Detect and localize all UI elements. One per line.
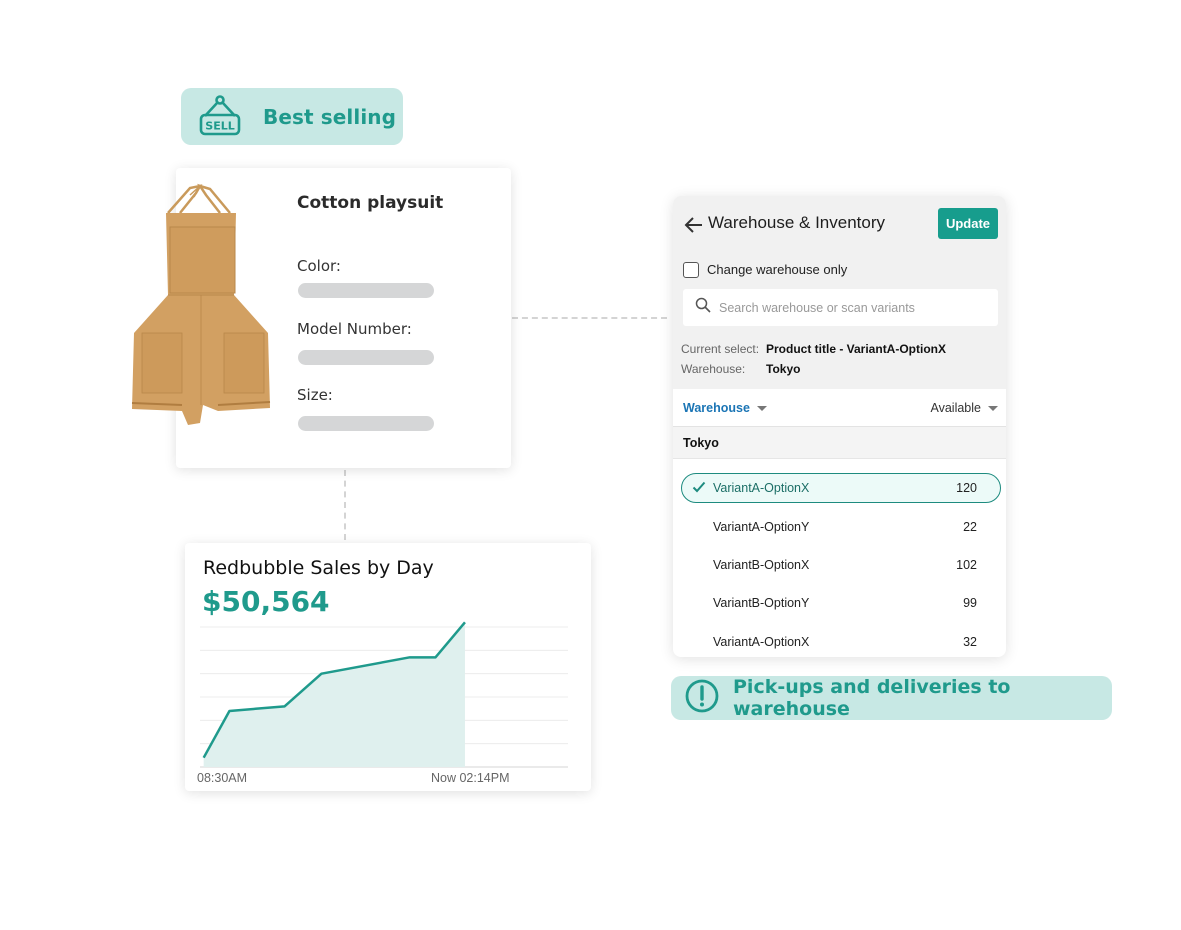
connector-product-warehouse — [512, 317, 667, 319]
best-selling-label: Best selling — [263, 104, 397, 129]
variant-name: VariantA-OptionY — [713, 520, 810, 534]
warehouse-value: Tokyo — [766, 362, 801, 376]
model-number-label: Model Number: — [297, 320, 412, 338]
chart-title: Redbubble Sales by Day — [203, 557, 434, 579]
variant-row[interactable]: VariantA-OptionY 22 — [681, 512, 1001, 542]
playsuit-image — [128, 183, 273, 428]
color-value-placeholder — [298, 283, 434, 298]
variant-qty: 102 — [956, 558, 977, 572]
size-value-placeholder — [298, 416, 434, 431]
warehouse-column-sort[interactable]: Warehouse — [683, 401, 767, 415]
update-button[interactable]: Update — [938, 208, 998, 239]
current-select-info: Current select: Product title - VariantA… — [681, 342, 1001, 358]
search-field[interactable] — [683, 289, 998, 326]
connector-product-sales — [344, 470, 346, 540]
size-label: Size: — [297, 386, 333, 404]
warehouse-group-header: Tokyo — [673, 427, 1006, 459]
model-number-value-placeholder — [298, 350, 434, 365]
variant-name: VariantA-OptionX — [713, 481, 810, 495]
sales-area-chart — [200, 621, 568, 768]
checkmark-icon — [692, 480, 706, 499]
variant-name: VariantB-OptionY — [713, 596, 810, 610]
available-column-label: Available — [930, 401, 981, 415]
variant-row[interactable]: VariantB-OptionX 102 — [681, 550, 1001, 580]
variant-qty: 120 — [956, 481, 977, 495]
svg-text:SELL: SELL — [205, 119, 234, 132]
warehouse-column-label: Warehouse — [683, 401, 750, 415]
variant-row[interactable]: VariantA-OptionX 32 — [681, 627, 1001, 657]
panel-header: Warehouse & Inventory Update Change ware… — [673, 196, 1006, 389]
search-icon — [683, 297, 711, 318]
warehouse-inventory-panel: Warehouse & Inventory Update Change ware… — [673, 196, 1006, 657]
pickup-delivery-badge: Pick-ups and deliveries to warehouse — [671, 676, 1112, 720]
variant-name: VariantA-OptionX — [713, 635, 810, 649]
sell-sign-icon: SELL — [197, 92, 243, 142]
sales-area-fill — [203, 622, 465, 767]
available-column-sort[interactable]: Available — [930, 401, 998, 415]
current-select-value: Product title - VariantA-OptionX — [766, 342, 947, 356]
panel-title: Warehouse & Inventory — [708, 213, 886, 232]
warehouse-label: Warehouse: — [681, 362, 746, 376]
variant-name: VariantB-OptionX — [713, 558, 810, 572]
current-select-label: Current select: — [681, 342, 760, 356]
variant-row-selected[interactable]: VariantA-OptionX 120 — [681, 473, 1001, 503]
variant-qty: 32 — [963, 635, 977, 649]
change-warehouse-checkbox[interactable] — [683, 262, 699, 278]
sales-total: $50,564 — [202, 585, 330, 618]
warehouse-info: Warehouse: Tokyo — [681, 362, 1001, 378]
exclamation-circle-icon — [685, 679, 719, 717]
variant-qty: 99 — [963, 596, 977, 610]
caret-down-icon — [988, 405, 998, 411]
search-input[interactable] — [719, 300, 989, 315]
variant-qty: 22 — [963, 520, 977, 534]
arrow-left-icon[interactable] — [683, 214, 705, 236]
warehouse-group-name: Tokyo — [683, 436, 719, 450]
pickup-delivery-label: Pick-ups and deliveries to warehouse — [733, 676, 1011, 720]
table-header: Warehouse Available — [673, 389, 1006, 427]
change-warehouse-label[interactable]: Change warehouse only — [707, 262, 847, 277]
color-label: Color: — [297, 257, 341, 275]
x-axis-label-end: Now 02:14PM — [431, 771, 510, 785]
best-selling-badge: SELL Best selling — [181, 88, 403, 145]
variant-row[interactable]: VariantB-OptionY 99 — [681, 588, 1001, 618]
product-title: Cotton playsuit — [297, 193, 444, 213]
caret-down-icon — [756, 405, 767, 411]
x-axis-label-start: 08:30AM — [197, 771, 248, 785]
